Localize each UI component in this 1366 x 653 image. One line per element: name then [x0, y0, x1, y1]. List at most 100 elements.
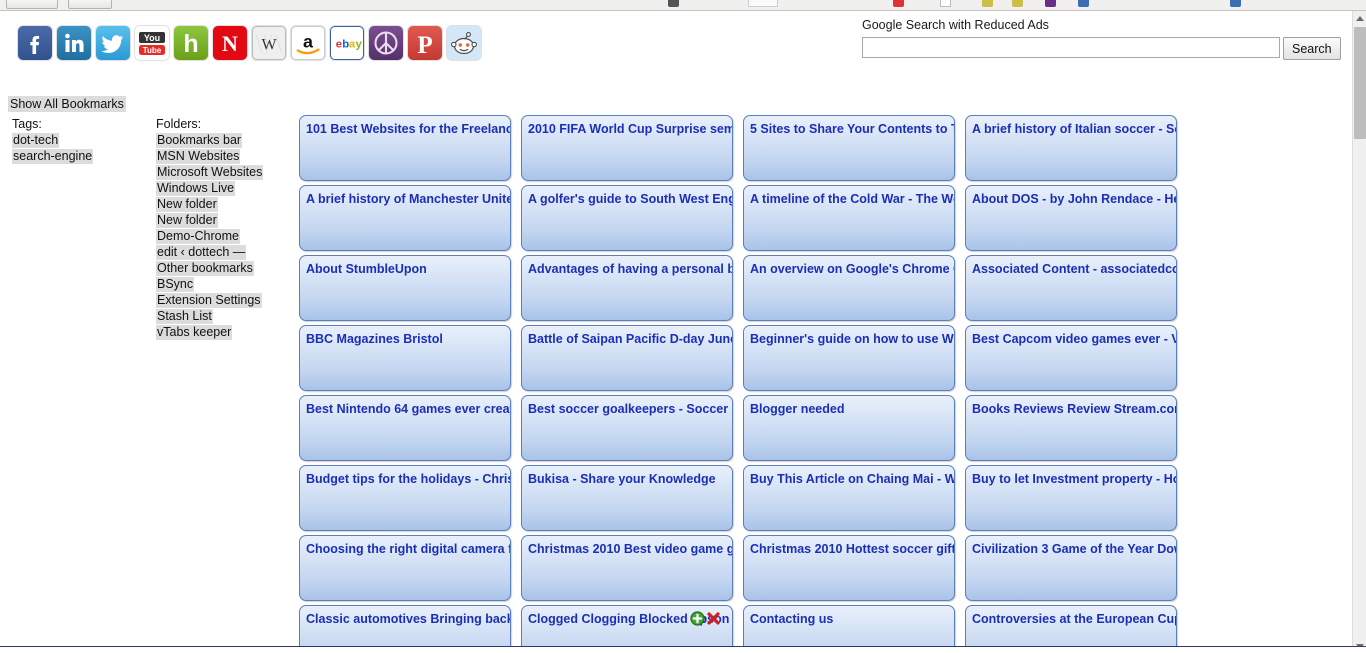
craigslist-peace-icon[interactable] — [369, 26, 403, 60]
bookmark-tile[interactable]: 2010 FIFA World Cup Surprise semi-finali… — [521, 115, 733, 181]
bookmark-tile[interactable]: Clogged Clogging Blocked Epson Printer — [521, 605, 733, 646]
folder-row: Demo-Chrome — [156, 228, 296, 244]
youtube-icon[interactable]: You Tube — [135, 26, 169, 60]
toolbar-extension-icon-1[interactable] — [668, 0, 679, 7]
folder-row: Microsoft Websites — [156, 164, 296, 180]
toolbar-extension-icon-9[interactable] — [1230, 0, 1241, 7]
bookmark-tile-title: Advantages of having a personal budget — [528, 262, 732, 276]
bookmark-tile-title: Best Capcom video games ever - Video — [972, 332, 1176, 346]
bookmark-tile[interactable]: A timeline of the Cold War - The World — [743, 185, 955, 251]
folder-item[interactable]: vTabs keeper — [156, 325, 233, 340]
toolbar-extension-icon-2[interactable] — [748, 0, 778, 7]
bookmark-tile-title: Best soccer goalkeepers - Soccer Players — [528, 402, 732, 416]
bookmark-tile[interactable]: About StumbleUpon — [299, 255, 511, 321]
svg-text:Tube: Tube — [143, 46, 162, 55]
bookmark-tile[interactable]: Beginner's guide on how to use WordPress — [743, 325, 955, 391]
toolbar-extension-icon-7[interactable] — [1045, 0, 1056, 7]
bookmark-tile[interactable]: Associated Content - associatedcontent — [965, 255, 1177, 321]
facebook-icon[interactable] — [18, 26, 52, 60]
amazon-icon[interactable]: a — [291, 26, 325, 60]
linkedin-icon[interactable] — [57, 26, 91, 60]
bookmark-tile-actions — [690, 611, 721, 626]
folder-row: New folder — [156, 196, 296, 212]
add-bookmark-icon[interactable] — [690, 611, 705, 626]
folder-item[interactable]: edit ‹ dottech — — [156, 245, 247, 260]
toolbar-button-partial[interactable] — [6, 0, 58, 9]
scrollbar-thumb[interactable] — [1354, 27, 1366, 139]
bookmark-tile[interactable]: Books Reviews Review Stream.com — [965, 395, 1177, 461]
svg-text:e: e — [336, 39, 342, 51]
svg-text:P: P — [417, 32, 432, 59]
netflix-icon[interactable]: N — [213, 26, 247, 60]
folder-item[interactable]: Bookmarks bar — [156, 133, 243, 148]
bookmark-tile[interactable]: Christmas 2010 Best video game gifts — [521, 535, 733, 601]
bookmark-tile[interactable]: 5 Sites to Share Your Contents to The Wo… — [743, 115, 955, 181]
bookmark-tile[interactable]: BBC Magazines Bristol — [299, 325, 511, 391]
folder-item[interactable]: Microsoft Websites — [156, 165, 264, 180]
bookmark-tile[interactable]: Blogger needed — [743, 395, 955, 461]
bookmark-tile[interactable]: A golfer's guide to South West England — [521, 185, 733, 251]
toolbar-extension-icon-4[interactable] — [940, 0, 951, 7]
bookmark-tile[interactable]: Advantages of having a personal budget — [521, 255, 733, 321]
toolbar-extension-icon-6[interactable] — [1012, 0, 1023, 7]
folders-heading: Folders: — [156, 117, 202, 131]
folder-item[interactable]: New folder — [156, 197, 218, 212]
tag-item[interactable]: dot-tech — [12, 133, 60, 148]
bookmark-tile[interactable]: 101 Best Websites for the Freelance Writ… — [299, 115, 511, 181]
bookmark-tile[interactable]: Bukisa - Share your Knowledge — [521, 465, 733, 531]
vertical-scrollbar[interactable] — [1352, 11, 1366, 653]
bookmark-tile-title: Controversies at the European Cup — [972, 612, 1177, 626]
bookmark-tile[interactable]: A brief history of Italian soccer - Socc… — [965, 115, 1177, 181]
bookmark-tile[interactable]: Best soccer goalkeepers - Soccer Players — [521, 395, 733, 461]
folder-item[interactable]: Stash List — [156, 309, 213, 324]
bookmark-tile-title: Associated Content - associatedcontent — [972, 262, 1177, 276]
toolbar-extension-icon-5[interactable] — [982, 0, 993, 7]
bookmark-tile[interactable]: Buy This Article on Chaing Mai - Why — [743, 465, 955, 531]
folder-item[interactable]: Demo-Chrome — [156, 229, 240, 244]
tag-row: search-engine — [12, 148, 142, 164]
folder-row: MSN Websites — [156, 148, 296, 164]
hubpages-icon[interactable]: h — [174, 26, 208, 60]
tag-item[interactable]: search-engine — [12, 149, 94, 164]
bookmark-tile[interactable]: Classic automotives Bringing back the — [299, 605, 511, 646]
folder-item[interactable]: BSync — [156, 277, 195, 292]
bookmark-tile[interactable]: Buy to let Investment property - How — [965, 465, 1177, 531]
show-all-bookmarks-link[interactable]: Show All Bookmarks — [8, 96, 126, 112]
toolbar-extension-icon-8[interactable] — [1078, 0, 1089, 7]
bookmark-tile-title: Best Nintendo 64 games ever created — [306, 402, 511, 416]
folder-item[interactable]: Extension Settings — [156, 293, 262, 308]
wikipedia-icon[interactable]: W — [252, 26, 286, 60]
bookmark-tile-title: Christmas 2010 Hottest soccer gift ideas — [750, 542, 955, 556]
bookmark-tile[interactable]: Battle of Saipan Pacific D-day June — [521, 325, 733, 391]
bookmark-tile[interactable]: Christmas 2010 Hottest soccer gift ideas — [743, 535, 955, 601]
folder-row: New folder — [156, 212, 296, 228]
search-input[interactable] — [862, 37, 1280, 58]
toolbar-button-partial-2[interactable] — [68, 0, 112, 9]
reddit-icon[interactable] — [447, 26, 481, 60]
bookmark-tile[interactable]: Best Nintendo 64 games ever created — [299, 395, 511, 461]
folder-item[interactable]: Other bookmarks — [156, 261, 254, 276]
bookmark-tile-title: Books Reviews Review Stream.com — [972, 402, 1177, 416]
folder-item[interactable]: Windows Live — [156, 181, 236, 196]
folder-item[interactable]: New folder — [156, 213, 218, 228]
bookmark-tile[interactable]: Choosing the right digital camera for — [299, 535, 511, 601]
bookmark-tile[interactable]: Civilization 3 Game of the Year Download — [965, 535, 1177, 601]
tile-row: A brief history of Manchester United A g… — [299, 185, 1195, 251]
pinterest-icon[interactable]: P — [408, 26, 442, 60]
toolbar-extension-icon-3[interactable] — [893, 0, 904, 7]
bookmark-tile[interactable]: Budget tips for the holidays - Christmas — [299, 465, 511, 531]
bookmark-tile-title: Bukisa - Share your Knowledge — [528, 472, 716, 486]
bookmark-tile[interactable]: An overview on Google's Chrome OS — [743, 255, 955, 321]
ebay-icon[interactable]: e b a y — [330, 26, 364, 60]
bookmark-tile[interactable]: A brief history of Manchester United — [299, 185, 511, 251]
bookmark-tile[interactable]: Best Capcom video games ever - Video — [965, 325, 1177, 391]
remove-bookmark-icon[interactable] — [706, 611, 721, 626]
folder-item[interactable]: MSN Websites — [156, 149, 241, 164]
bookmark-tile[interactable]: Controversies at the European Cup — [965, 605, 1177, 646]
twitter-icon[interactable] — [96, 26, 130, 60]
search-button[interactable]: Search — [1283, 37, 1341, 60]
bookmark-tile-title: 5 Sites to Share Your Contents to The Wo… — [750, 122, 954, 136]
bookmark-tile[interactable]: Contacting us — [743, 605, 955, 646]
scroll-up-arrow-icon[interactable] — [1353, 11, 1366, 25]
bookmark-tile[interactable]: About DOS - by John Rendace - Helium — [965, 185, 1177, 251]
